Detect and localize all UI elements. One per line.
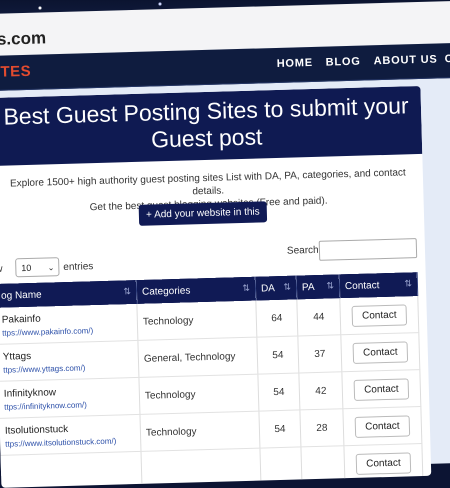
contact-button[interactable]: Contact	[353, 377, 409, 401]
contact-button[interactable]: Contact	[355, 451, 411, 475]
da-cell: 54	[257, 372, 300, 412]
category-cell: Technology	[138, 374, 259, 415]
contact-button[interactable]: Contact	[351, 303, 407, 327]
blog-name-cell: Infinityknow ttps://infinityknow.com/)	[0, 377, 140, 419]
blog-url-link[interactable]: ttps://www.pakainfo.com/)	[2, 325, 132, 338]
browser-window: s.com ITES HOME BLOG ABOUT US C Best Gue…	[0, 0, 450, 488]
contact-cell: Contact	[340, 332, 420, 372]
entries-label: entries	[63, 261, 94, 273]
blog-name: Yttags	[2, 350, 32, 363]
contact-cell: Contact	[341, 369, 421, 409]
blog-name-cell: Itsolutionstuck ttps://www.itsolutionstuc…	[0, 414, 141, 456]
blog-url-link[interactable]: ttps://www.itsolutionstuck.com/)	[5, 436, 135, 448]
category-cell: Technology	[136, 300, 257, 341]
category-cell: Technology	[139, 411, 260, 452]
pa-cell: 37	[297, 334, 342, 373]
da-cell: 64	[255, 299, 298, 338]
blog-url-link[interactable]: ttps://www.yttags.com/)	[3, 362, 133, 374]
blog-url-link[interactable]: ttps://infinityknow.com/)	[4, 399, 134, 411]
col-da[interactable]: DA ⇅	[255, 275, 297, 301]
nav-blog[interactable]: BLOG	[326, 56, 361, 69]
entries-select[interactable]: 10 ⌄	[15, 257, 60, 278]
contact-cell: Contact	[339, 296, 419, 335]
search-input[interactable]	[318, 238, 418, 261]
pa-cell: 44	[296, 298, 341, 336]
entries-select-value: 10	[21, 262, 32, 274]
pa-cell	[300, 445, 345, 484]
blog-name	[6, 469, 136, 473]
site-brand[interactable]: ITES	[0, 63, 31, 81]
blog-name: Infinityknow	[3, 386, 57, 400]
sort-icon: ⇅	[283, 281, 292, 292]
blog-name: Itsolutionstuck	[4, 423, 69, 437]
da-cell	[259, 446, 302, 486]
col-categories-label: Categories	[141, 284, 191, 298]
col-blog-name[interactable]: og Name ⇅	[0, 279, 137, 308]
sort-icon: ⇅	[326, 280, 335, 291]
col-da-label: DA	[260, 282, 276, 294]
da-cell: 54	[258, 409, 301, 449]
page-title: Best Guest Posting Sites to submit your …	[0, 85, 423, 166]
col-blog-name-label: og Name	[0, 289, 42, 302]
blog-name-cell: Pakainfo ttps://www.pakainfo.com/)	[0, 303, 138, 345]
guest-post-table: og Name ⇅ Categories ⇅ DA ⇅ PA ⇅ Contact ⇅ Pa…	[0, 272, 423, 488]
category-cell: General, Technology	[137, 337, 258, 378]
show-label: w	[0, 263, 3, 275]
col-categories[interactable]: Categories ⇅	[136, 276, 256, 304]
domain-text: s.com	[0, 28, 47, 49]
pa-cell: 42	[298, 371, 343, 410]
search-label: Search:	[286, 244, 322, 257]
col-pa[interactable]: PA ⇅	[296, 274, 340, 300]
col-contact-label: Contact	[344, 279, 380, 292]
sort-desc-icon: ⇅	[123, 286, 132, 297]
category-cell	[140, 448, 261, 488]
contact-button[interactable]: Contact	[354, 414, 410, 438]
chevron-down-icon: ⌄	[47, 263, 55, 273]
col-pa-label: PA	[301, 281, 315, 293]
blog-name-cell: Yttags ttps://www.yttags.com/)	[0, 340, 139, 382]
nav-contact[interactable]: C	[444, 53, 450, 65]
nav-home[interactable]: HOME	[277, 57, 314, 70]
listing-card: Best Guest Posting Sites to submit your …	[0, 85, 432, 488]
add-website-button[interactable]: + Add your website in this list	[138, 201, 268, 240]
sort-icon: ⇅	[242, 282, 251, 294]
sort-icon: ⇅	[404, 278, 413, 289]
blog-name: Pakainfo	[1, 313, 41, 326]
contact-cell: Contact	[343, 443, 423, 483]
contact-cell: Contact	[342, 406, 422, 446]
nav-about-us[interactable]: ABOUT US	[374, 53, 438, 67]
pa-cell: 28	[299, 408, 344, 447]
blog-name-cell	[0, 451, 143, 488]
da-cell: 54	[256, 335, 299, 375]
col-contact[interactable]: Contact ⇅	[339, 272, 418, 299]
contact-button[interactable]: Contact	[352, 340, 408, 364]
blog-url-link[interactable]	[6, 472, 136, 476]
